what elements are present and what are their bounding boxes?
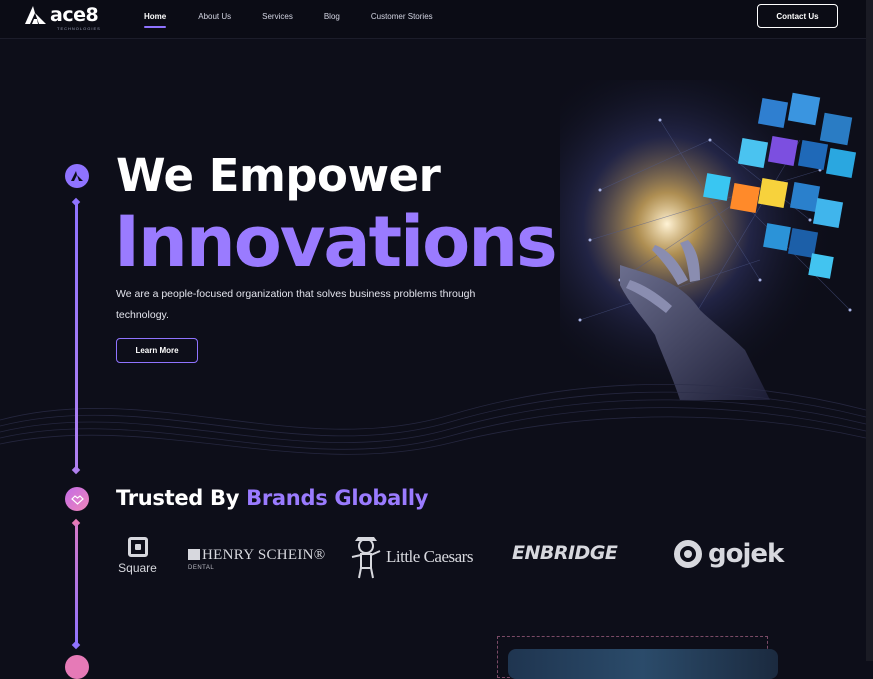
trusted-section-title: Trusted By Brands Globally [116, 485, 428, 511]
nav-links: Home About Us Services Blog Customer Sto… [144, 12, 433, 28]
decorative-wave-lines [0, 383, 866, 455]
nav-customer-stories[interactable]: Customer Stories [371, 12, 433, 21]
trusted-title-accent: Brands Globally [246, 486, 429, 510]
henry-schein-icon [188, 549, 200, 560]
brand-logo-henry-schein: HENRY SCHEIN® DENTAL [188, 546, 326, 571]
learn-more-button[interactable]: Learn More [116, 338, 198, 363]
timeline-marker-hero [65, 164, 89, 188]
square-logo-icon [127, 537, 148, 557]
hero-title-line2: Innovations [114, 201, 558, 283]
logo-tagline: TECHNOLOGIES [57, 26, 101, 31]
brand-logo-square: Square [115, 535, 160, 575]
site-logo[interactable]: ace8 TECHNOLOGIES [25, 4, 101, 31]
nav-about-us[interactable]: About Us [198, 12, 231, 21]
timeline-diamond [71, 640, 81, 650]
brand-name: HENRY SCHEIN® [202, 547, 326, 563]
ace8-logo-icon [25, 6, 46, 24]
brand-logo-enbridge: ENBRIDGE [512, 542, 618, 564]
timeline-line [75, 524, 78, 645]
brand-name: Little Caesars [386, 547, 473, 566]
logo-wordmark: ace8 [50, 4, 99, 26]
gojek-icon [674, 540, 702, 568]
brand-subtitle: DENTAL [188, 565, 215, 571]
brand-logo-little-caesars: Little Caesars [349, 535, 473, 579]
scrollbar-track[interactable] [866, 0, 873, 661]
brand-mark-icon [71, 171, 83, 181]
nav-home[interactable]: Home [144, 12, 167, 28]
trusted-title-plain: Trusted By [116, 486, 240, 510]
hero-description: We are a people-focused organization tha… [116, 288, 476, 321]
timeline-marker-next [65, 655, 89, 679]
nav-blog[interactable]: Blog [324, 12, 340, 21]
timeline-marker-trusted [65, 487, 89, 511]
timeline-line [75, 203, 78, 470]
brand-logo-gojek: gojek [674, 539, 784, 569]
hero-title-line1: We Empower [116, 149, 441, 202]
section-preview-image [508, 649, 778, 679]
brand-name: ENBRIDGE [512, 542, 618, 564]
brand-name: Square [118, 561, 157, 575]
nav-services[interactable]: Services [262, 12, 293, 21]
little-caesars-icon [351, 537, 381, 579]
contact-us-button[interactable]: Contact Us [757, 4, 838, 28]
hero-cube-hand-illustration [560, 80, 866, 400]
handshake-icon [70, 494, 84, 505]
brand-name: gojek [708, 539, 784, 569]
top-navigation: ace8 TECHNOLOGIES Home About Us Services… [0, 0, 866, 39]
